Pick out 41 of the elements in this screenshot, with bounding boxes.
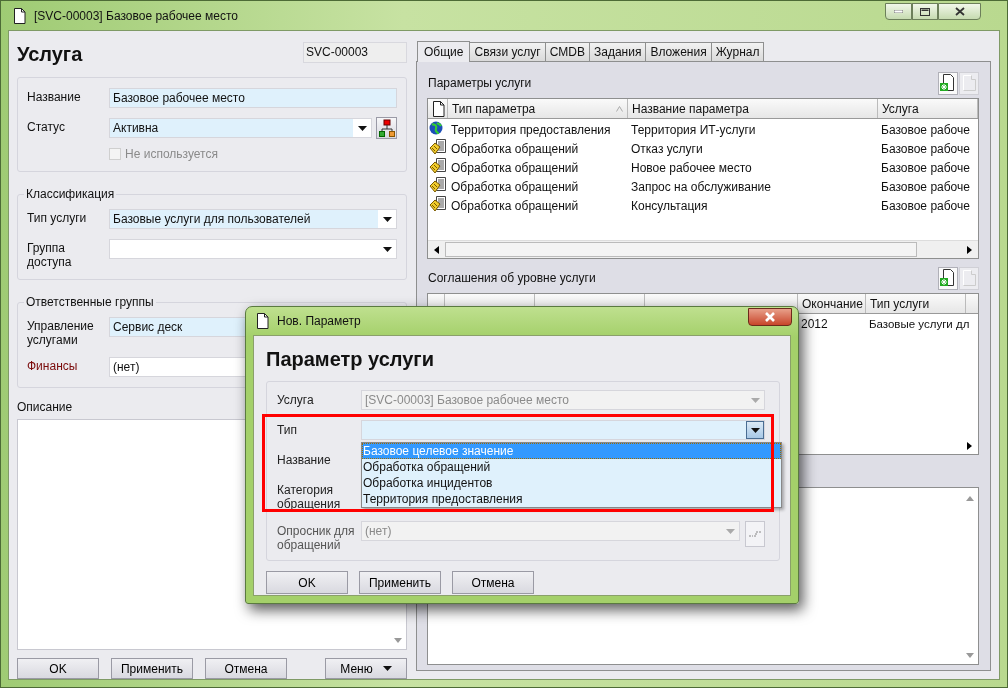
table-cell-text: 2012: [800, 316, 829, 331]
table-cell-text: Обработка обращений: [450, 198, 580, 213]
field-label: Финансы: [27, 358, 79, 373]
table-cell-text: Запрос на обслуживание: [630, 179, 772, 194]
table-cell-text: Обработка обращений: [450, 179, 580, 194]
table-cell-text: Отказ услуги: [630, 141, 704, 156]
group-title: Классификация: [24, 187, 117, 201]
table-cell-text: Территория предоставления: [450, 122, 612, 137]
table-cell-text: Территория ИТ-услуги: [630, 122, 757, 137]
field-label: Группа доступа: [27, 240, 73, 269]
table-cell-text: Базовое рабоче: [880, 198, 971, 213]
table-cell-text: Базовые услуги дл: [868, 317, 970, 330]
group-title: Ответственные группы: [24, 295, 156, 309]
field-label: Услуга: [277, 392, 315, 407]
field-label: Описание: [17, 400, 73, 414]
table-cell-text: Базовое рабоче: [880, 141, 971, 156]
window-title: [SVC-00003] Базовое рабочее место: [34, 8, 239, 23]
table-cell-text: Обработка обращений: [450, 160, 580, 175]
field-label: Тип услуги: [27, 210, 88, 225]
field-label: Опросник для обращений: [277, 523, 356, 552]
checkbox-label: Не используется: [125, 147, 218, 161]
section-title: Параметры услуги: [427, 76, 532, 90]
section-title: Соглашения об уровне услуги: [427, 271, 596, 285]
table-cell-text: Базовое рабоче: [880, 179, 971, 194]
dialog-title: Нов. Параметр: [277, 314, 362, 328]
dialog-heading: Параметр услуги: [266, 348, 435, 371]
field-label: Название: [27, 89, 82, 104]
questionnaire-dropdown: (нет): [361, 521, 740, 541]
field-label: Название: [277, 452, 332, 467]
table-cell-text: Базовое рабоче: [880, 122, 971, 137]
field-label: Тип: [277, 422, 298, 437]
form-heading: Услуга: [17, 43, 83, 66]
table-cell-text: Обработка обращений: [450, 141, 580, 156]
service-dropdown: [SVC-00003] Базовое рабочее место: [361, 390, 765, 410]
id-field: SVC-00003: [303, 42, 407, 63]
field-label: Категория обращения: [277, 482, 342, 511]
table-cell-text: Новое рабочее место: [630, 160, 753, 175]
table-cell-text: Консультация: [630, 198, 709, 213]
field-label: Статус: [27, 119, 66, 134]
table-cell-text: Базовое рабоче: [880, 160, 971, 175]
field-label: Управление услугами: [27, 318, 95, 347]
